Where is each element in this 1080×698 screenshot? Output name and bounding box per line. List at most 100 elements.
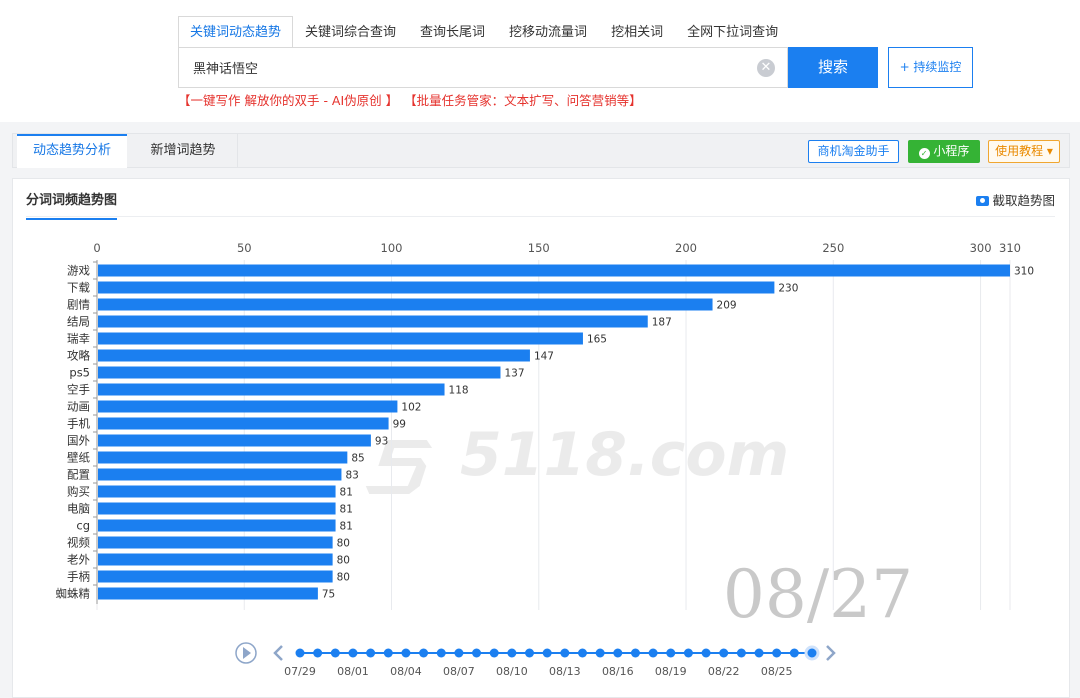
watermark: 5118.com xyxy=(363,420,789,494)
bar-value-label: 80 xyxy=(337,572,350,584)
bar[interactable] xyxy=(98,401,397,413)
x-tick-label: 0 xyxy=(93,241,100,255)
timeline-tick-label: 08/22 xyxy=(708,665,740,678)
timeline-tick-label: 08/13 xyxy=(549,665,581,678)
x-tick-label: 310 xyxy=(999,241,1021,255)
timeline-dot[interactable] xyxy=(666,649,675,658)
timeline-dot[interactable] xyxy=(331,649,340,658)
bar[interactable] xyxy=(98,418,389,430)
category-label: 瑞幸 xyxy=(67,332,90,346)
bar-value-label: 137 xyxy=(504,368,524,380)
watermark-text: 5118.com xyxy=(460,420,789,490)
bar[interactable] xyxy=(98,282,774,294)
timeline-tick-label: 08/01 xyxy=(337,665,369,678)
bar-value-label: 93 xyxy=(375,436,388,448)
timeline-dot[interactable] xyxy=(806,647,818,659)
bar[interactable] xyxy=(98,537,333,549)
bar-value-label: 310 xyxy=(1014,266,1034,278)
bar-value-label: 118 xyxy=(449,385,469,397)
x-tick-label: 300 xyxy=(970,241,992,255)
category-label: ps5 xyxy=(69,366,90,380)
bar-value-label: 81 xyxy=(340,521,353,533)
timeline-dot[interactable] xyxy=(596,649,605,658)
timeline-dot[interactable] xyxy=(560,649,569,658)
timeline-dot[interactable] xyxy=(384,649,393,658)
timeline-dot[interactable] xyxy=(419,649,428,658)
prev-chevron-icon[interactable] xyxy=(275,646,282,660)
timeline-dot[interactable] xyxy=(366,649,375,658)
bar[interactable] xyxy=(98,435,371,447)
category-label: 剧情 xyxy=(67,298,90,312)
bar[interactable] xyxy=(98,265,1010,277)
category-label: 空手 xyxy=(67,383,90,397)
timeline-dot[interactable] xyxy=(507,649,516,658)
word-frequency-bar-chart: 5118.com 050100150200250300310 游戏310下载23… xyxy=(0,0,1080,689)
category-label: 下载 xyxy=(67,281,90,295)
timeline-dot[interactable] xyxy=(790,649,799,658)
bar[interactable] xyxy=(98,452,347,464)
bar[interactable] xyxy=(98,333,583,345)
timeline-dot[interactable] xyxy=(702,649,711,658)
timeline-tick-label: 08/16 xyxy=(602,665,634,678)
timeline-dot[interactable] xyxy=(348,649,357,658)
bar-value-label: 230 xyxy=(778,283,798,295)
x-tick-label: 150 xyxy=(528,241,550,255)
category-label: 手机 xyxy=(67,417,90,431)
bar[interactable] xyxy=(98,571,333,583)
bar-value-label: 83 xyxy=(345,470,358,482)
timeline-dot[interactable] xyxy=(578,649,587,658)
timeline-dot[interactable] xyxy=(772,649,781,658)
timeline-tick-label: 08/25 xyxy=(761,665,793,678)
category-label: 国外 xyxy=(67,434,90,448)
bar-value-label: 99 xyxy=(393,419,406,431)
current-date-label: 08/27 xyxy=(723,556,913,633)
category-label: 攻略 xyxy=(67,349,90,363)
x-tick-label: 250 xyxy=(822,241,844,255)
timeline-dot[interactable] xyxy=(313,649,322,658)
bar-value-label: 81 xyxy=(340,504,353,516)
bar-value-label: 80 xyxy=(337,538,350,550)
timeline-dot[interactable] xyxy=(472,649,481,658)
timeline-tick-label: 08/04 xyxy=(390,665,422,678)
timeline-dot[interactable] xyxy=(684,649,693,658)
bar[interactable] xyxy=(98,520,336,532)
x-tick-label: 200 xyxy=(675,241,697,255)
bar[interactable] xyxy=(98,469,341,481)
bar[interactable] xyxy=(98,316,648,328)
next-chevron-icon[interactable] xyxy=(827,646,834,660)
timeline-dot[interactable] xyxy=(525,649,534,658)
timeline-dot[interactable] xyxy=(755,649,764,658)
category-label: 手柄 xyxy=(67,570,90,584)
category-label: 视频 xyxy=(67,536,90,550)
bar-value-label: 75 xyxy=(322,589,335,601)
category-label: cg xyxy=(76,519,90,533)
bar[interactable] xyxy=(98,554,333,566)
timeline-dot[interactable] xyxy=(437,649,446,658)
category-label: 配置 xyxy=(67,468,90,482)
category-label: 购买 xyxy=(67,485,90,499)
bar[interactable] xyxy=(98,350,530,362)
timeline-dot[interactable] xyxy=(401,649,410,658)
timeline-tick-label: 08/19 xyxy=(655,665,687,678)
timeline-dot[interactable] xyxy=(719,649,728,658)
bar[interactable] xyxy=(98,384,445,396)
category-label: 结局 xyxy=(67,315,90,329)
x-tick-label: 50 xyxy=(237,241,252,255)
bar-value-label: 187 xyxy=(652,317,672,329)
bar[interactable] xyxy=(98,299,713,311)
timeline-dot[interactable] xyxy=(543,649,552,658)
bar[interactable] xyxy=(98,588,318,600)
timeline-dot[interactable] xyxy=(296,649,305,658)
timeline-dot[interactable] xyxy=(454,649,463,658)
timeline-dot[interactable] xyxy=(490,649,499,658)
play-button[interactable] xyxy=(236,643,256,663)
timeline-dot[interactable] xyxy=(737,649,746,658)
timeline-dot[interactable] xyxy=(649,649,658,658)
timeline-dot[interactable] xyxy=(631,649,640,658)
bar-value-label: 85 xyxy=(351,453,364,465)
timeline-dot[interactable] xyxy=(613,649,622,658)
bar[interactable] xyxy=(98,486,336,498)
bar[interactable] xyxy=(98,367,500,379)
bar[interactable] xyxy=(98,503,336,515)
bar-value-label: 81 xyxy=(340,487,353,499)
